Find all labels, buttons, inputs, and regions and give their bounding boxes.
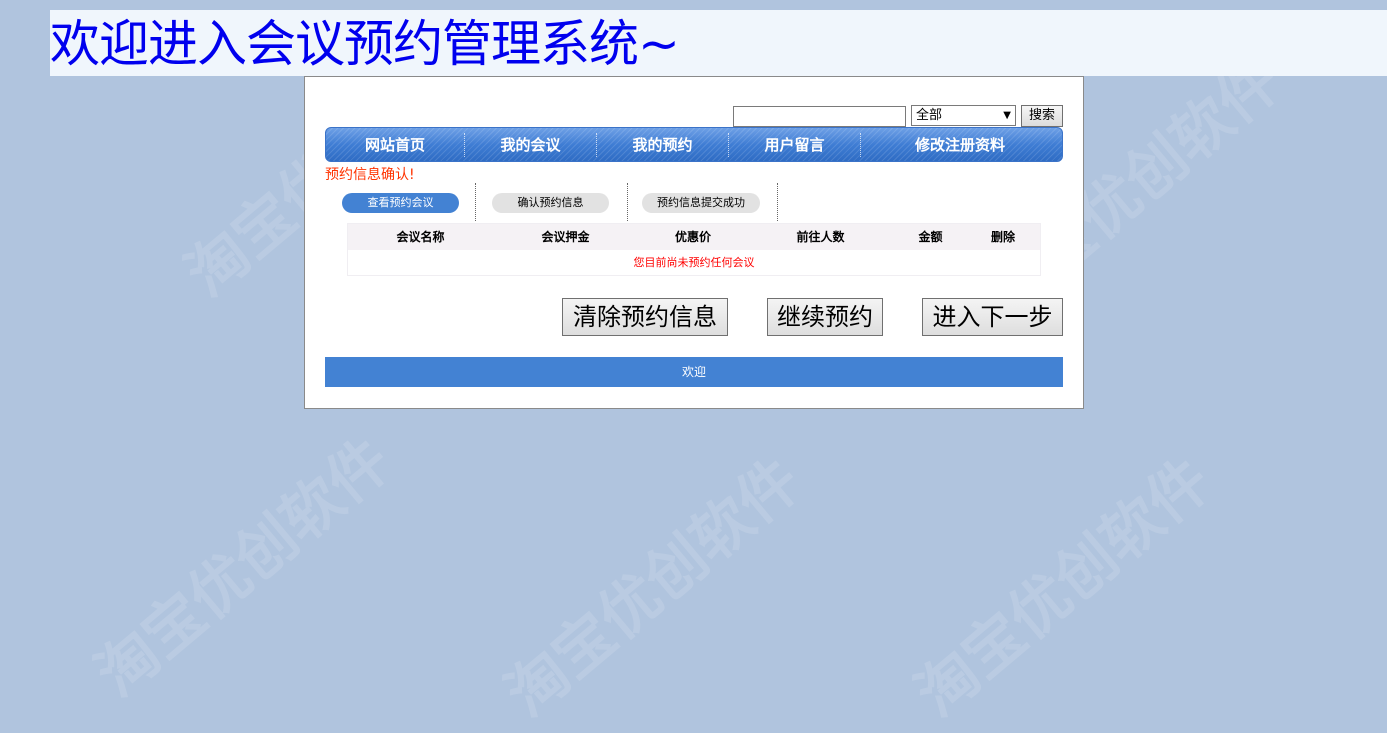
step-submit-success: 预约信息提交成功	[642, 193, 760, 213]
step-view-bookings: 查看预约会议	[342, 193, 459, 213]
col-amount: 金额	[918, 230, 943, 244]
continue-booking-button[interactable]: 继续预约	[767, 298, 883, 336]
search-category-value: 全部	[916, 108, 943, 123]
nav-item-my-meetings[interactable]: 我的会议	[465, 132, 597, 157]
search-button[interactable]: 搜索	[1021, 105, 1063, 127]
header-banner: 欢迎进入会议预约管理系统~	[50, 10, 1387, 76]
step-confirm-info: 确认预约信息	[492, 193, 609, 213]
search-input[interactable]	[733, 106, 906, 127]
col-meeting-name: 会议名称	[396, 230, 445, 244]
col-delete: 删除	[990, 230, 1015, 244]
nav-item-my-bookings[interactable]: 我的预约	[597, 132, 729, 157]
footer-text: 欢迎	[681, 365, 706, 379]
booking-table: 会议名称 会议押金 优惠价 前往人数 金额 删除 您目前尚未预约任何会议	[347, 223, 1041, 276]
clear-bookings-button[interactable]: 清除预约信息	[562, 298, 728, 336]
progress-steps: 查看预约会议 确认预约信息 预约信息提交成功	[342, 183, 782, 223]
main-panel: 全部 ▼ 搜索 网站首页 我的会议 我的预约 用户留言 修改注册资料 预约信息确…	[304, 76, 1084, 409]
watermark: 淘宝优创软件	[493, 445, 814, 731]
section-title: 预约信息确认!	[325, 167, 415, 183]
step-divider	[777, 183, 778, 221]
table-header: 会议名称 会议押金 优惠价 前往人数 金额 删除	[348, 224, 1040, 250]
watermark: 淘宝优创软件	[83, 425, 404, 711]
next-step-button[interactable]: 进入下一步	[922, 298, 1063, 336]
col-discount-price: 优惠价	[674, 230, 711, 244]
search-category-select[interactable]: 全部 ▼	[911, 105, 1016, 126]
watermark: 淘宝优创软件	[903, 445, 1224, 731]
page-title: 欢迎进入会议预约管理系统~	[50, 15, 680, 73]
step-divider	[627, 183, 628, 221]
col-deposit: 会议押金	[541, 230, 590, 244]
footer-bar: 欢迎	[325, 357, 1063, 387]
nav-item-messages[interactable]: 用户留言	[729, 132, 861, 157]
dropdown-arrow-icon: ▼	[1003, 110, 1011, 121]
main-nav: 网站首页 我的会议 我的预约 用户留言 修改注册资料	[325, 127, 1063, 162]
nav-item-home[interactable]: 网站首页	[326, 132, 465, 157]
empty-message: 您目前尚未预约任何会议	[633, 256, 755, 269]
step-divider	[475, 183, 476, 221]
col-attendees: 前往人数	[796, 230, 845, 244]
nav-item-edit-profile[interactable]: 修改注册资料	[861, 133, 1059, 157]
